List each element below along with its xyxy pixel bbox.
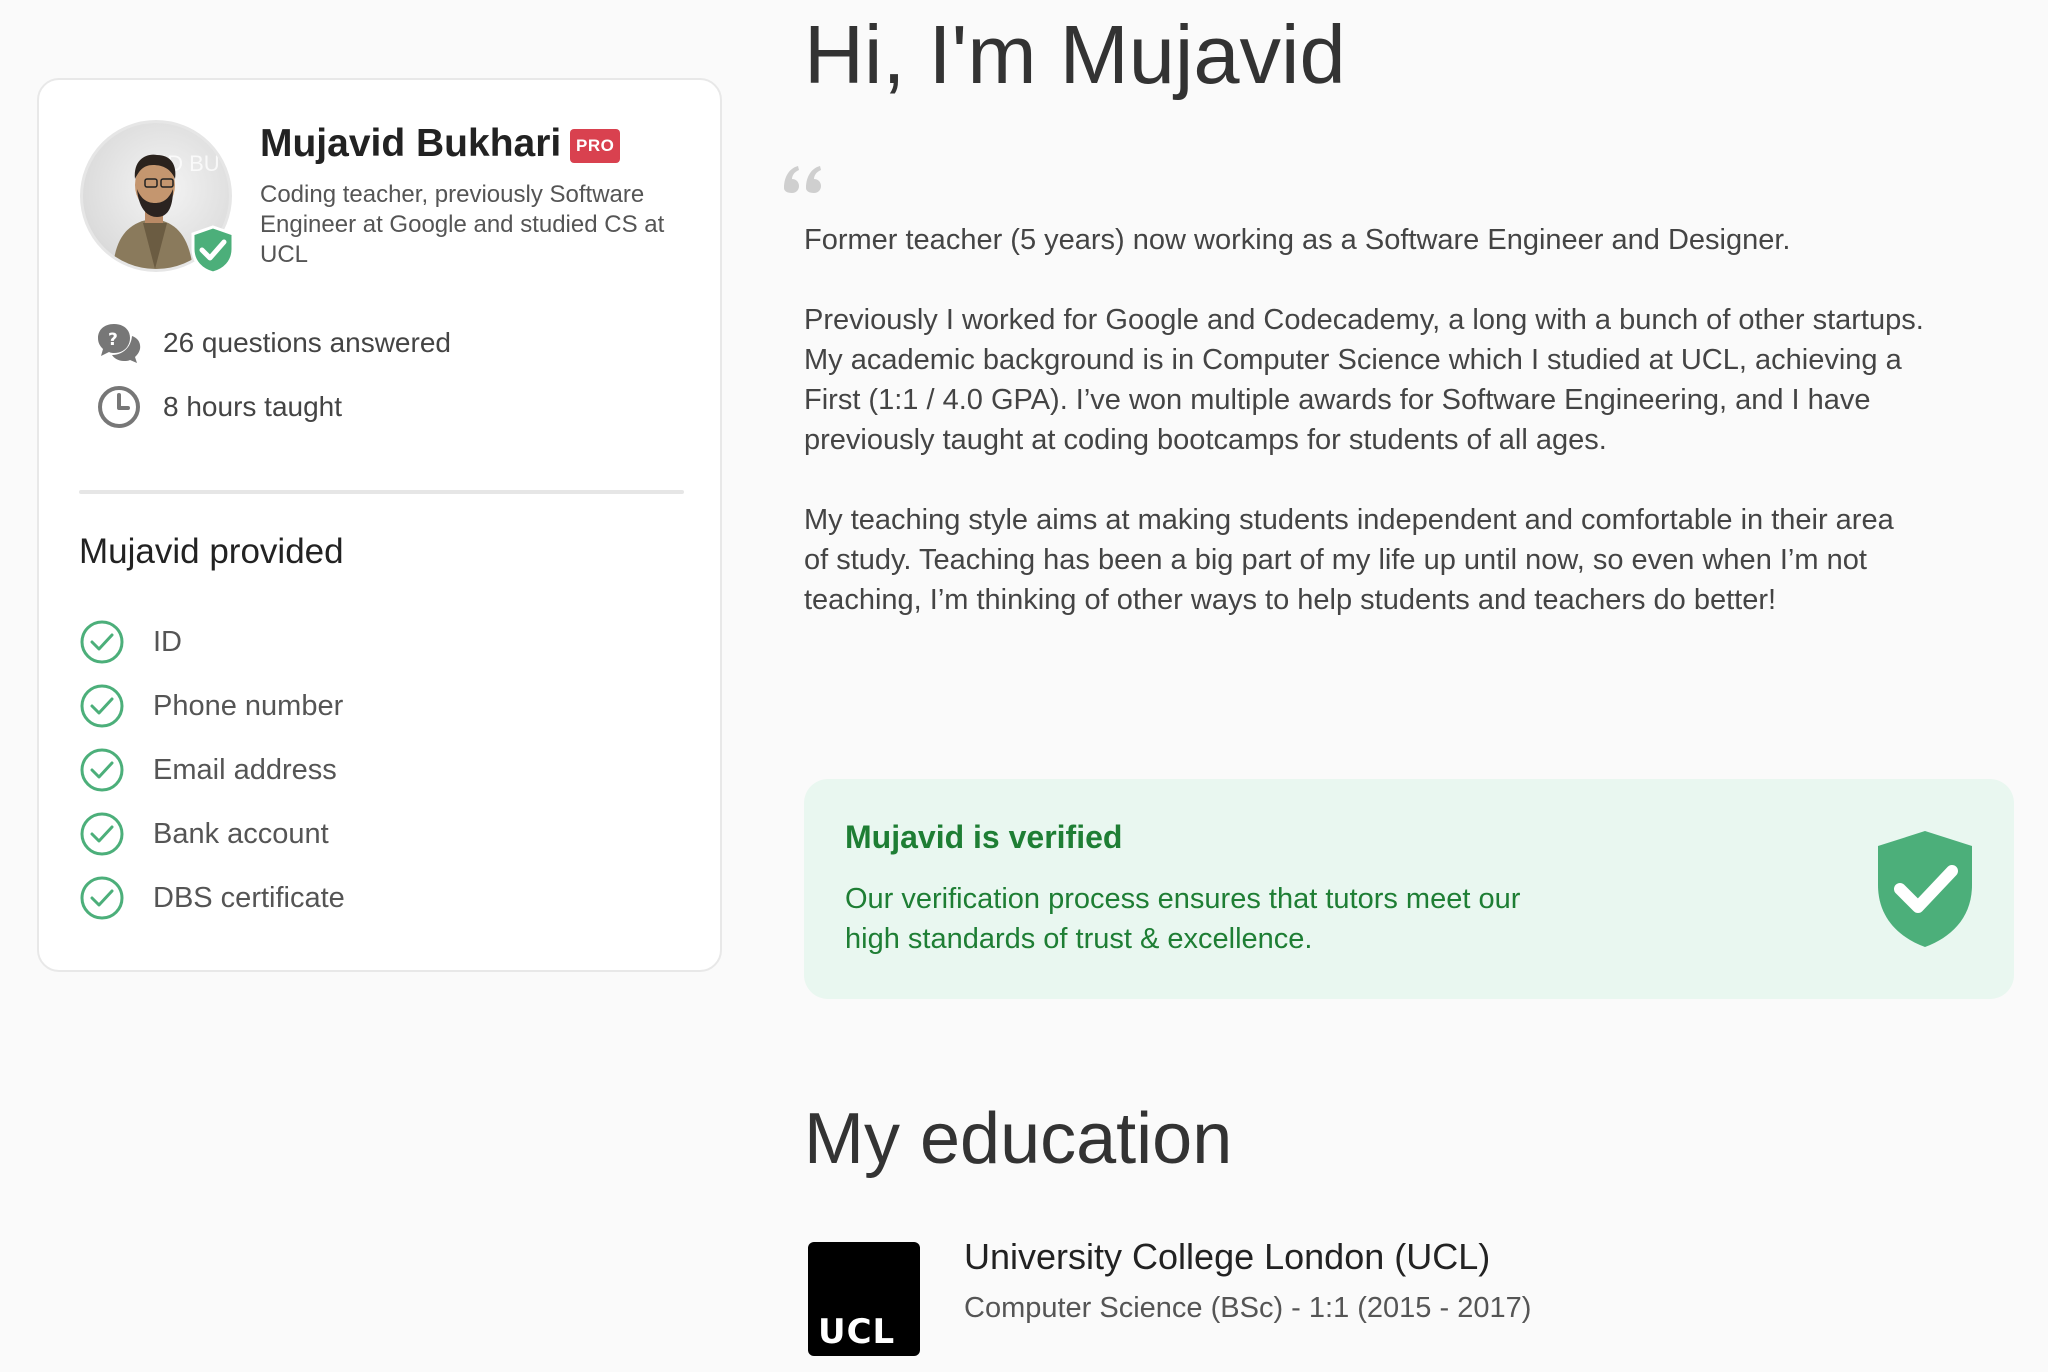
check-circle-icon bbox=[80, 876, 124, 920]
tutor-name: Mujavid Bukhari bbox=[260, 122, 562, 165]
tutor-bio: Coding teacher, previously Software Engi… bbox=[260, 181, 665, 268]
card-divider bbox=[79, 490, 684, 494]
questions-answered-label: 26 questions answered bbox=[163, 327, 451, 358]
shield-check-icon bbox=[1878, 831, 1972, 947]
provided-item-phone: Phone number bbox=[79, 674, 345, 738]
ucl-logo-text: UCL bbox=[818, 1312, 896, 1352]
provided-list: ID Phone number Email address Bank accou… bbox=[79, 610, 345, 930]
school-degree: Computer Science (BSc) - 1:1 (2015 - 201… bbox=[964, 1292, 1532, 1324]
school-name: University College London (UCL) bbox=[964, 1236, 1491, 1277]
tutor-profile-page: ID BU Mujavid Bukhari PRO Coding teacher… bbox=[0, 0, 2048, 1372]
verified-shield-icon bbox=[191, 225, 235, 275]
provided-item-label: Bank account bbox=[153, 817, 329, 850]
verification-title: Mujavid is verified bbox=[845, 819, 1123, 855]
about-text: Former teacher (5 years) now working as … bbox=[804, 220, 1924, 660]
provided-item-dbs: DBS certificate bbox=[79, 866, 345, 930]
svg-text:?: ? bbox=[108, 330, 118, 350]
questions-icon: ? bbox=[95, 319, 143, 367]
check-circle-icon bbox=[80, 812, 124, 856]
verification-text: Our verification process ensures that tu… bbox=[845, 883, 1521, 955]
about-paragraph: Former teacher (5 years) now working as … bbox=[804, 224, 1791, 256]
stat-questions-answered: ? 26 questions answered bbox=[95, 318, 451, 368]
quote-icon bbox=[784, 166, 821, 193]
provided-item-email: Email address bbox=[79, 738, 345, 802]
pro-badge: PRO bbox=[570, 129, 621, 163]
check-circle-icon bbox=[80, 748, 124, 792]
provided-item-label: ID bbox=[153, 625, 182, 658]
provided-heading: Mujavid provided bbox=[79, 532, 344, 571]
stat-hours-taught: 8 hours taught bbox=[95, 382, 342, 432]
ucl-logo: UCL bbox=[808, 1242, 920, 1356]
provided-item-bank: Bank account bbox=[79, 802, 345, 866]
education-heading: My education bbox=[804, 1099, 1233, 1179]
provided-item-label: DBS certificate bbox=[153, 881, 345, 914]
provided-item-id: ID bbox=[79, 610, 345, 674]
hours-taught-label: 8 hours taught bbox=[163, 391, 343, 422]
provided-item-label: Email address bbox=[153, 753, 337, 786]
check-circle-icon bbox=[80, 684, 124, 728]
avatar-wrapper: ID BU bbox=[80, 120, 235, 275]
profile-card: ID BU Mujavid Bukhari PRO Coding teacher… bbox=[37, 78, 722, 972]
verification-banner: Mujavid is verified Our verification pro… bbox=[804, 779, 2014, 999]
check-circle-icon bbox=[80, 620, 124, 664]
about-paragraph: Previously I worked for Google and Codec… bbox=[804, 304, 1924, 456]
provided-item-label: Phone number bbox=[153, 689, 344, 722]
clock-icon bbox=[95, 383, 143, 431]
about-paragraph: My teaching style aims at making student… bbox=[804, 504, 1894, 616]
page-title: Hi, I'm Mujavid bbox=[804, 8, 1346, 101]
